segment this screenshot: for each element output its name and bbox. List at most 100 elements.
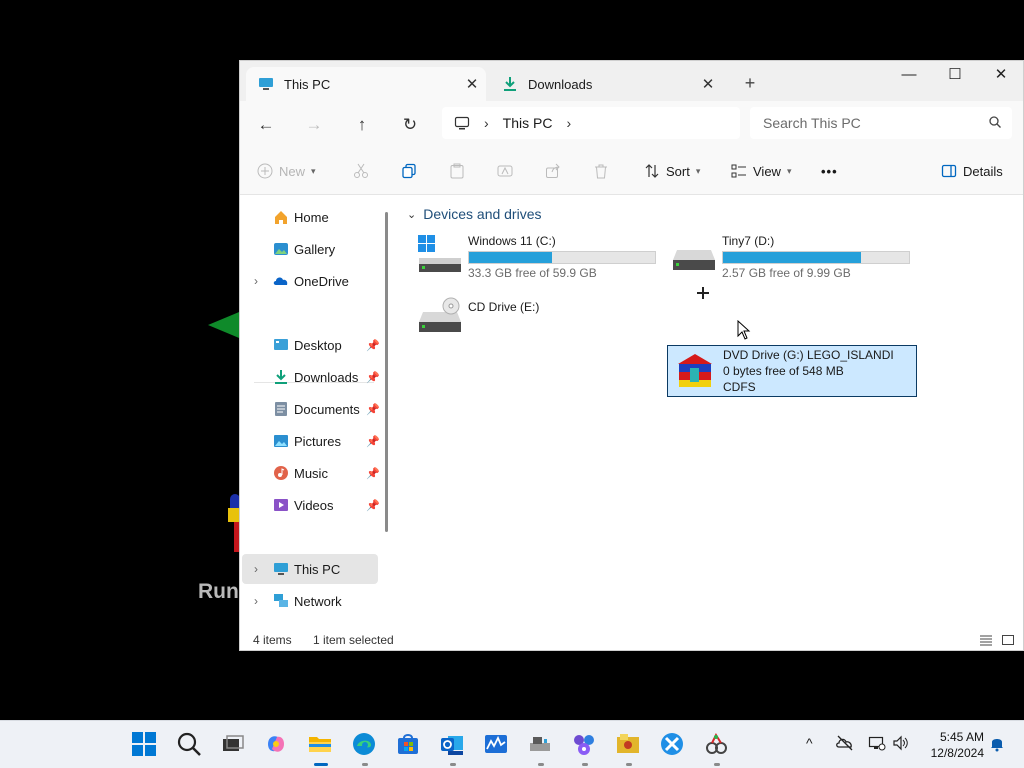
volume-icon[interactable] [892, 734, 910, 755]
running-indicator [362, 763, 368, 766]
pin-icon: 📌 [366, 467, 380, 480]
rename-button[interactable] [497, 159, 513, 183]
sidebar-item-this-pc[interactable]: › This PC [242, 554, 378, 584]
forward-button[interactable]: → [301, 113, 327, 137]
pin-icon: 📌 [366, 435, 380, 448]
paste-button[interactable] [449, 159, 465, 183]
copilot-button[interactable] [263, 731, 291, 759]
edge-icon [353, 733, 375, 755]
sidebar-item-gallery[interactable]: Gallery [242, 234, 378, 264]
close-tab-icon[interactable]: ✕ [694, 75, 722, 93]
breadcrumb-chevron-icon[interactable]: › [566, 115, 571, 131]
sidebar-scrollbar[interactable] [385, 212, 388, 532]
content-area: ⌄ Devices and drives Windows 11 (C:) 33.… [395, 196, 1023, 628]
system-clock[interactable]: 5:45 AM 12/8/2024 [916, 729, 984, 761]
search-button[interactable] [176, 731, 204, 759]
details-button[interactable]: Details [941, 159, 1003, 183]
view-button[interactable]: View ▾ [731, 159, 791, 183]
search-placeholder: Search This PC [763, 115, 861, 131]
close-window-button[interactable]: ✕ [978, 61, 1023, 91]
refresh-button[interactable]: ↻ [397, 113, 423, 137]
back-button[interactable]: ← [253, 113, 279, 137]
media-app-button[interactable] [571, 731, 599, 766]
sidebar-item-documents[interactable]: Documents 📌 [242, 394, 380, 424]
close-tab-icon[interactable]: ✕ [458, 75, 486, 93]
devices-and-drives-header[interactable]: ⌄ Devices and drives [407, 206, 542, 222]
copy-button[interactable] [401, 159, 417, 183]
network-tool-icon [530, 737, 550, 751]
paint-button[interactable] [703, 731, 731, 766]
tab-this-pc[interactable]: This PC ✕ [246, 67, 486, 101]
task-view-button[interactable] [219, 731, 247, 759]
minimize-button[interactable]: — [886, 61, 932, 91]
share-button[interactable] [545, 159, 561, 183]
drive-d[interactable]: Tiny7 (D:) 2.57 GB free of 9.99 GB [671, 232, 921, 284]
tab-downloads[interactable]: Downloads ✕ [490, 67, 722, 101]
sidebar-item-videos[interactable]: Videos 📌 [242, 490, 380, 520]
chevron-right-icon[interactable]: › [254, 274, 258, 288]
mouse-cursor-icon [737, 320, 751, 340]
sidebar-item-pictures[interactable]: Pictures 📌 [242, 426, 380, 456]
large-icons-view-icon[interactable] [1001, 633, 1015, 647]
item-count: 4 items [253, 633, 292, 647]
file-explorer-icon [309, 737, 331, 752]
new-button[interactable]: New ▾ [257, 159, 316, 183]
chevron-right-icon[interactable]: › [254, 594, 258, 608]
sidebar-item-home[interactable]: Home [242, 202, 378, 232]
edge-button[interactable] [351, 731, 379, 766]
breadcrumb-this-pc[interactable]: This PC [503, 115, 553, 131]
running-indicator [314, 763, 328, 766]
network-icon [274, 594, 288, 607]
file-explorer-window: This PC ✕ Downloads ✕ + — ☐ ✕ ← → ↑ ↻ › … [239, 60, 1024, 651]
more-options-button[interactable]: ••• [821, 159, 838, 183]
sort-label: Sort [666, 163, 690, 179]
drive-e[interactable]: CD Drive (E:) [417, 294, 667, 346]
details-view-icon[interactable] [979, 633, 993, 647]
start-button[interactable] [131, 731, 159, 759]
up-button[interactable]: ↑ [349, 113, 375, 137]
maximize-button[interactable]: ☐ [932, 61, 978, 91]
cd-drive-icon [419, 297, 461, 332]
breadcrumb-chevron-icon[interactable]: › [484, 115, 489, 131]
sidebar-item-label: Videos [294, 497, 334, 513]
sidebar-item-downloads[interactable]: Downloads 📌 [242, 362, 380, 392]
show-hidden-icons-button[interactable]: ^ [806, 735, 813, 751]
sidebar-item-onedrive[interactable]: › OneDrive [242, 266, 378, 296]
sort-button[interactable]: Sort ▾ [644, 159, 700, 183]
drive-name: Windows 11 (C:) [468, 234, 556, 248]
chevron-right-icon[interactable]: › [254, 562, 258, 576]
copy-icon [402, 163, 416, 179]
download-icon [504, 77, 516, 91]
store-button[interactable] [395, 731, 423, 759]
drive-name: CD Drive (E:) [468, 300, 540, 314]
file-explorer-button[interactable] [307, 731, 335, 766]
app-button[interactable] [659, 731, 687, 759]
delete-button[interactable] [593, 159, 609, 183]
network-status-icon[interactable] [868, 734, 886, 755]
gallery-icon [274, 243, 288, 255]
new-tab-button[interactable]: + [738, 71, 762, 95]
running-indicator [538, 763, 544, 766]
search-icon [177, 732, 201, 756]
network-tool-button[interactable] [527, 731, 555, 766]
view-icon [731, 164, 746, 178]
sidebar-item-desktop[interactable]: Desktop 📌 [242, 330, 380, 360]
downloads-folder-icon [275, 370, 287, 384]
game-button[interactable] [615, 731, 643, 766]
sidebar-item-music[interactable]: Music 📌 [242, 458, 380, 488]
music-folder-icon [274, 466, 288, 480]
sidebar-item-network[interactable]: › Network [242, 586, 378, 616]
home-icon [275, 211, 287, 224]
task-manager-button[interactable] [483, 731, 511, 759]
outlook-button[interactable] [439, 731, 467, 766]
search-input[interactable]: Search This PC [750, 107, 1012, 139]
sidebar-item-label: Desktop [294, 337, 342, 353]
drive-g[interactable]: DVD Drive (G:) LEGO_ISLANDI 0 bytes free… [667, 345, 917, 397]
notifications-icon[interactable] [988, 734, 1006, 755]
address-bar[interactable]: › This PC › [442, 107, 740, 139]
sidebar-item-label: Documents [294, 401, 360, 417]
onedrive-offline-icon[interactable] [836, 734, 854, 755]
drive-c[interactable]: Windows 11 (C:) 33.3 GB free of 59.9 GB [417, 232, 667, 284]
app-icon [661, 733, 683, 755]
cut-button[interactable] [353, 159, 369, 183]
